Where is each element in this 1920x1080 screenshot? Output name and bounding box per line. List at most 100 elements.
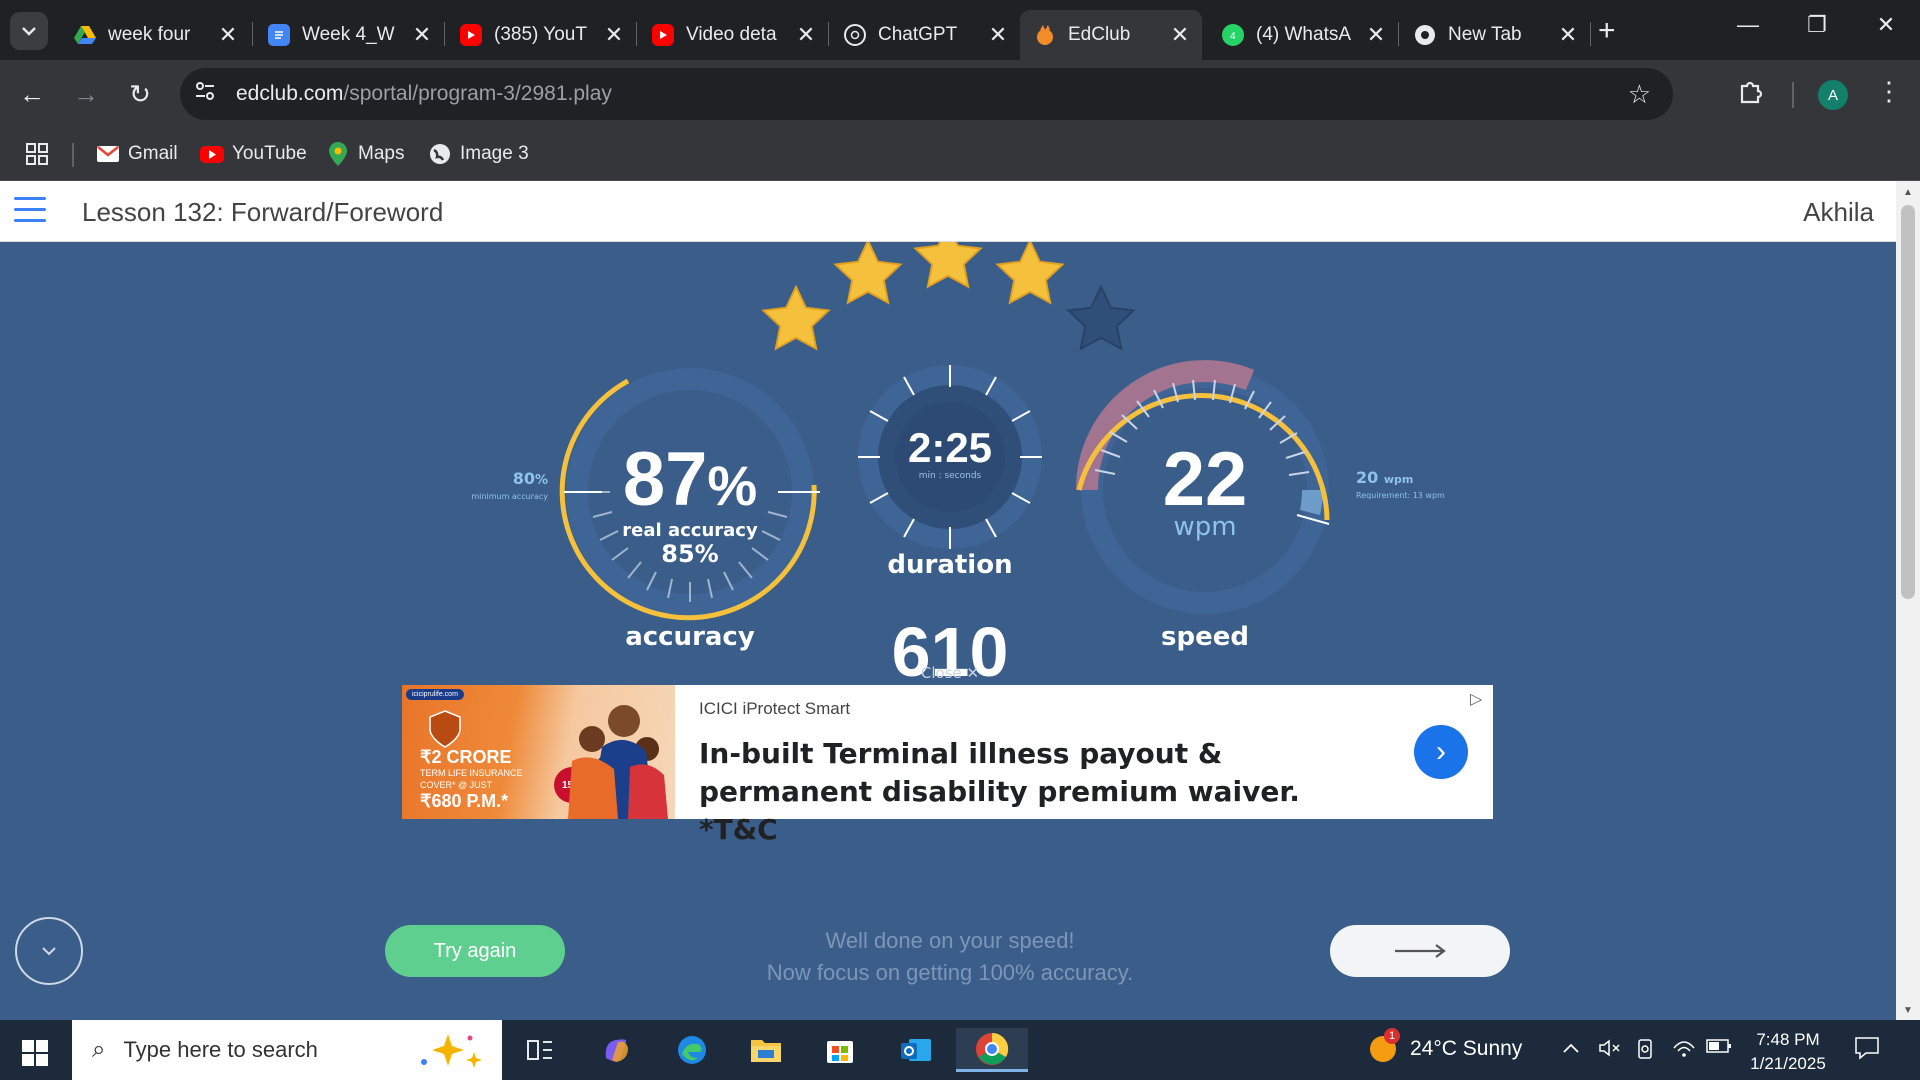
close-icon[interactable]: ✕ bbox=[1166, 22, 1194, 48]
tab-video-details[interactable]: Video deta ✕ bbox=[638, 10, 828, 60]
bookmark-maps[interactable]: Maps bbox=[326, 139, 404, 169]
chevron-up-icon[interactable] bbox=[1562, 1038, 1580, 1060]
scrollbar-thumb[interactable] bbox=[1901, 205, 1915, 599]
clock-time: 7:48 PM bbox=[1756, 1030, 1820, 1049]
address-bar[interactable]: edclub.com/sportal/program-3/2981.play ☆ bbox=[180, 68, 1673, 120]
youtube-icon bbox=[460, 24, 482, 46]
profile-avatar[interactable]: A bbox=[1818, 80, 1848, 110]
bookmark-label: Gmail bbox=[128, 143, 178, 164]
tab-whatsapp[interactable]: 4 (4) WhatsA ✕ bbox=[1208, 10, 1398, 60]
bookmark-gmail[interactable]: Gmail bbox=[96, 139, 178, 169]
whatsapp-icon: 4 bbox=[1222, 24, 1244, 46]
target-speed-value: 20 wpm bbox=[1356, 468, 1414, 487]
taskbar-clock[interactable]: 7:48 PM 1/21/2025 bbox=[1740, 1028, 1836, 1076]
next-lesson-button[interactable] bbox=[1330, 925, 1510, 977]
close-icon[interactable]: ✕ bbox=[792, 22, 820, 48]
task-view-icon[interactable] bbox=[516, 1028, 564, 1072]
battery-icon[interactable] bbox=[1706, 1038, 1732, 1060]
ad-image-line1: ₹2 CRORE bbox=[420, 747, 512, 767]
forward-arrow-icon[interactable]: → bbox=[68, 76, 104, 112]
tab-title: (385) YouT bbox=[494, 24, 587, 45]
more-menu-icon[interactable]: ⋮ bbox=[1876, 76, 1902, 107]
url-host: edclub.com bbox=[236, 82, 344, 105]
tab-chatgpt[interactable]: ChatGPT ✕ bbox=[830, 10, 1020, 60]
chrome-taskbar-icon[interactable] bbox=[956, 1028, 1028, 1072]
maps-icon bbox=[326, 142, 350, 166]
chevron-down-icon bbox=[22, 27, 36, 36]
bookmark-star-icon[interactable]: ☆ bbox=[1628, 79, 1651, 110]
speed-requirement: Requirement: 13 wpm bbox=[1356, 491, 1445, 500]
sparkle-icon bbox=[421, 1034, 482, 1068]
tab-title: (4) WhatsA bbox=[1256, 24, 1352, 45]
restore-icon[interactable]: ❐ bbox=[1797, 12, 1837, 38]
ad-image-line3: COVER* @ JUST bbox=[420, 780, 493, 790]
tab-strip: week four ✕ Week 4_W ✕ (385) YouT ✕ Vide… bbox=[0, 0, 1920, 60]
microsoft-store-icon[interactable] bbox=[816, 1028, 864, 1072]
ad-sponsor: ICICI iProtect Smart bbox=[699, 699, 851, 718]
tab-title: EdClub bbox=[1068, 24, 1131, 45]
chevron-down-icon[interactable] bbox=[15, 917, 83, 985]
tab-edclub[interactable]: EdClub ✕ bbox=[1020, 10, 1202, 60]
close-icon[interactable]: ✕ bbox=[1362, 22, 1390, 48]
reload-icon[interactable]: ↻ bbox=[122, 76, 158, 112]
tab-week-four[interactable]: week four ✕ bbox=[60, 10, 250, 60]
tab-youtube[interactable]: (385) YouT ✕ bbox=[446, 10, 636, 60]
edge-icon[interactable] bbox=[668, 1028, 716, 1072]
ad-close-button[interactable]: Close ✕ bbox=[880, 664, 1020, 682]
star-icon bbox=[913, 242, 983, 289]
close-icon[interactable]: ✕ bbox=[600, 22, 628, 48]
browser-toolbar: ← → ↻ edclub.com/sportal/program-3/2981.… bbox=[0, 60, 1920, 129]
tab-search-button[interactable] bbox=[10, 12, 48, 50]
accuracy-label: accuracy bbox=[625, 622, 755, 652]
empty-star-icon bbox=[1066, 284, 1136, 351]
google-drive-icon bbox=[74, 24, 96, 46]
scroll-up-icon[interactable]: ▲ bbox=[1896, 187, 1920, 198]
url-path: /sportal/program-3/2981.play bbox=[343, 82, 612, 105]
close-icon[interactable]: ✕ bbox=[1554, 22, 1582, 48]
chevron-right-icon[interactable]: › bbox=[1414, 725, 1468, 779]
tab-title: week four bbox=[108, 24, 191, 45]
try-again-button[interactable]: Try again bbox=[385, 925, 565, 977]
weather-widget[interactable]: 1 24°C Sunny bbox=[1368, 1028, 1522, 1064]
taskbar-search-input[interactable]: ⌕ Type here to search bbox=[72, 1020, 502, 1080]
feedback-line-2: Now focus on getting 100% accuracy. bbox=[766, 960, 1134, 985]
adchoices-icon[interactable]: ▷ bbox=[1470, 689, 1482, 709]
tab-new-tab[interactable]: New Tab ✕ bbox=[1400, 10, 1590, 60]
real-accuracy-value: 85% bbox=[661, 540, 719, 568]
copilot-icon[interactable] bbox=[592, 1028, 640, 1072]
page-scrollbar[interactable]: ▲ ▼ bbox=[1896, 181, 1920, 1020]
tab-week4-doc[interactable]: Week 4_W ✕ bbox=[254, 10, 444, 60]
notification-icon[interactable] bbox=[1854, 1036, 1880, 1067]
ad-headline[interactable]: In-built Terminal illness payout & perma… bbox=[699, 735, 1339, 849]
bookmark-image-3[interactable]: Image 3 bbox=[428, 139, 529, 169]
user-name[interactable]: Akhila bbox=[1803, 197, 1874, 228]
globe-icon bbox=[428, 142, 452, 166]
close-icon[interactable]: ✕ bbox=[984, 22, 1012, 48]
file-explorer-icon[interactable] bbox=[742, 1028, 790, 1072]
close-icon[interactable]: ✕ bbox=[214, 22, 242, 48]
extensions-puzzle-icon[interactable] bbox=[1738, 78, 1764, 111]
speaker-muted-icon[interactable] bbox=[1598, 1038, 1622, 1064]
window-close-icon[interactable]: ✕ bbox=[1866, 12, 1906, 38]
star-icon bbox=[761, 284, 831, 351]
hamburger-menu-icon[interactable] bbox=[14, 197, 46, 225]
speed-unit: wpm bbox=[1173, 512, 1237, 542]
apps-grid-icon[interactable] bbox=[26, 139, 48, 169]
scroll-down-icon[interactable]: ▼ bbox=[1896, 1005, 1920, 1016]
edclub-icon bbox=[1034, 24, 1056, 46]
close-icon[interactable]: ✕ bbox=[408, 22, 436, 48]
bookmark-youtube[interactable]: YouTube bbox=[200, 139, 307, 169]
meet-now-icon[interactable] bbox=[1636, 1038, 1656, 1066]
site-info-icon[interactable] bbox=[194, 81, 230, 107]
outlook-icon[interactable] bbox=[892, 1028, 940, 1072]
ad-image-line2: TERM LIFE INSURANCE bbox=[420, 768, 523, 778]
back-arrow-icon[interactable]: ← bbox=[14, 76, 50, 112]
youtube-icon bbox=[200, 142, 224, 166]
minimum-accuracy-label: minimum accuracy bbox=[471, 492, 548, 501]
ad-image[interactable]: iciciprulife.com ₹2 CRORE TERM LIFE INSU… bbox=[402, 685, 675, 819]
minimize-icon[interactable]: — bbox=[1728, 12, 1768, 38]
new-tab-plus-icon[interactable]: + bbox=[1598, 14, 1616, 48]
windows-start-icon[interactable] bbox=[22, 1040, 48, 1066]
ad-banner[interactable]: iciciprulife.com ₹2 CRORE TERM LIFE INSU… bbox=[402, 685, 1493, 846]
wifi-icon[interactable] bbox=[1672, 1038, 1696, 1064]
